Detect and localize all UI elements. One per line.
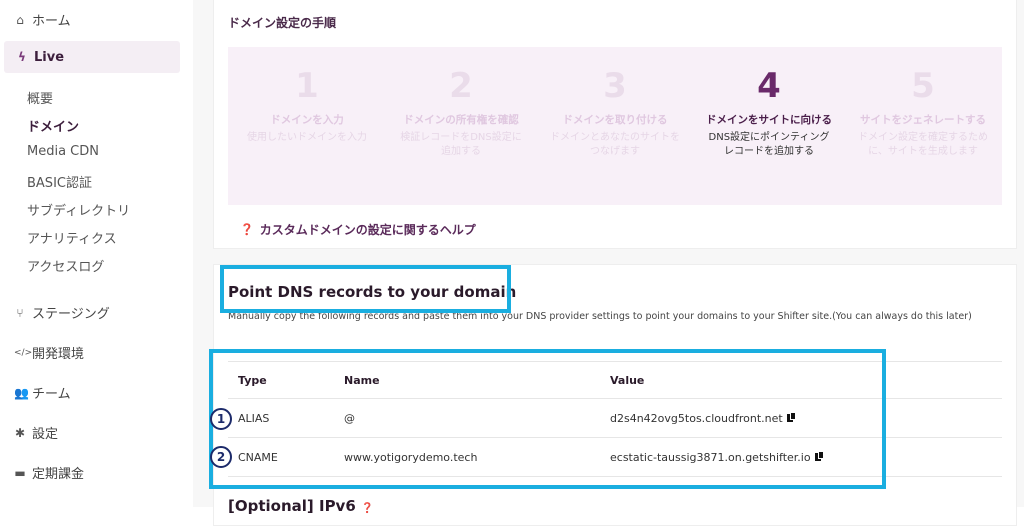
- gear-icon: ✱: [14, 425, 26, 440]
- table-header-row: Type Name Value: [228, 361, 1002, 399]
- record-value: d2s4n42ovg5tos.cloudfront.net: [610, 412, 783, 425]
- sidebar-item-label: チーム: [32, 387, 71, 402]
- steps-panel: 1 ドメインを入力 使用したいドメインを入力 2 ドメインの所有権を確認 検証レ…: [228, 47, 1002, 205]
- step-description: DNS設定にポインティングレコードを追加する: [708, 132, 830, 157]
- marker-1: 1: [210, 408, 232, 430]
- sidebar-subitem-access-log[interactable]: アクセスログ: [27, 256, 104, 275]
- sidebar-item-label: 定期課金: [32, 467, 85, 482]
- step-name: ドメインを取り付ける: [562, 114, 668, 126]
- dns-section-title: Point DNS records to your domain: [228, 283, 517, 301]
- step-number: 3: [603, 66, 627, 106]
- step-description: ドメインとあなたのサイトをつなげます: [550, 132, 680, 157]
- sidebar: ⌂ ホーム ϟ Live 概要 ドメイン Media CDN BASIC認証 サ…: [0, 0, 193, 507]
- sidebar-item-live[interactable]: ϟ Live: [4, 41, 180, 73]
- sidebar-item-home[interactable]: ⌂ ホーム: [14, 10, 71, 30]
- domain-steps-card: ドメイン設定の手順 1 ドメインを入力 使用したいドメインを入力 2 ドメインの…: [213, 0, 1017, 249]
- sidebar-subitem-basic-auth[interactable]: BASIC認証: [27, 172, 92, 191]
- table-row: CNAME www.yotigorydemo.tech ecstatic-tau…: [228, 438, 1002, 476]
- sidebar-subitem-domain[interactable]: ドメイン: [27, 116, 79, 135]
- home-icon: ⌂: [16, 12, 24, 27]
- sidebar-item-staging[interactable]: ⑂ ステージング: [14, 303, 110, 323]
- copy-icon[interactable]: [814, 451, 824, 462]
- sidebar-item-label: 開発環境: [32, 347, 85, 362]
- dns-description: Manually copy the following records and …: [228, 311, 972, 322]
- sidebar-item-label: Live: [34, 49, 65, 65]
- step-number: 2: [449, 66, 473, 106]
- record-value: ecstatic-taussig3871.on.getshifter.io: [610, 451, 811, 464]
- sidebar-subitem-media-cdn[interactable]: Media CDN: [27, 144, 99, 159]
- sidebar-item-billing[interactable]: ▬ 定期課金: [14, 463, 85, 483]
- column-header-type: Type: [238, 374, 267, 387]
- step-1: 1 ドメインを入力 使用したいドメインを入力: [242, 47, 372, 145]
- sidebar-item-dev[interactable]: </> 開発環境: [14, 343, 84, 362]
- main-content: ドメイン設定の手順 1 ドメインを入力 使用したいドメインを入力 2 ドメインの…: [193, 0, 1024, 526]
- help-icon[interactable]: ❓: [361, 503, 373, 514]
- bolt-icon: ϟ: [18, 50, 26, 64]
- step-number: 1: [295, 66, 319, 106]
- step-name: サイトをジェネレートする: [860, 114, 986, 126]
- sidebar-item-label: ステージング: [32, 307, 110, 322]
- record-name: @: [344, 412, 355, 425]
- step-name: ドメインの所有権を確認: [403, 114, 519, 126]
- step-number: 5: [911, 66, 935, 106]
- column-header-value: Value: [610, 374, 645, 387]
- help-icon: ❓: [240, 223, 254, 236]
- column-header-name: Name: [344, 374, 380, 387]
- dns-records-card: Point DNS records to your domain Manuall…: [213, 264, 1017, 526]
- record-type: ALIAS: [238, 412, 270, 425]
- record-name: www.yotigorydemo.tech: [344, 451, 478, 464]
- sidebar-subitem-overview[interactable]: 概要: [27, 88, 53, 107]
- sidebar-subitem-subdirectory[interactable]: サブディレクトリ: [27, 200, 130, 219]
- step-name: ドメインを入力: [270, 114, 344, 126]
- record-type: CNAME: [238, 451, 278, 464]
- steps-title: ドメイン設定の手順: [228, 16, 337, 30]
- ipv6-section-title: [Optional] IPv6 ❓: [228, 497, 373, 515]
- step-5: 5 サイトをジェネレートする ドメイン設定を確定するために、サイトを生成します: [858, 47, 988, 159]
- step-number: 4: [757, 66, 781, 106]
- sidebar-item-label: ホーム: [32, 14, 71, 29]
- step-3: 3 ドメインを取り付ける ドメインとあなたのサイトをつなげます: [550, 47, 680, 159]
- team-icon: 👥: [14, 385, 29, 400]
- record-value-cell: d2s4n42ovg5tos.cloudfront.net: [610, 412, 796, 425]
- marker-2: 2: [210, 446, 232, 468]
- step-4: 4 ドメインをサイトに向ける DNS設定にポインティングレコードを追加する: [704, 47, 834, 159]
- sidebar-item-label: 設定: [32, 427, 59, 442]
- step-name: ドメインをサイトに向ける: [706, 114, 832, 126]
- table-row: ALIAS @ d2s4n42ovg5tos.cloudfront.net: [228, 399, 1002, 437]
- copy-icon[interactable]: [786, 412, 796, 423]
- ipv6-title: [Optional] IPv6: [228, 497, 356, 515]
- step-description: 使用したいドメインを入力: [247, 132, 367, 143]
- table-divider: [228, 476, 1002, 477]
- step-2: 2 ドメインの所有権を確認 検証レコードをDNS設定に追加する: [396, 47, 526, 159]
- help-link-label: カスタムドメインの設定に関するヘルプ: [259, 223, 476, 237]
- card-icon: ▬: [14, 465, 26, 480]
- branch-icon: ⑂: [16, 305, 24, 320]
- step-description: ドメイン設定を確定するために、サイトを生成します: [858, 132, 988, 157]
- record-value-cell: ecstatic-taussig3871.on.getshifter.io: [610, 451, 824, 464]
- sidebar-subitem-analytics[interactable]: アナリティクス: [27, 228, 117, 247]
- sidebar-item-team[interactable]: 👥 チーム: [14, 383, 71, 403]
- sidebar-item-settings[interactable]: ✱ 設定: [14, 423, 59, 443]
- custom-domain-help-link[interactable]: ❓ カスタムドメインの設定に関するヘルプ: [240, 221, 476, 238]
- step-description: 検証レコードをDNS設定に追加する: [400, 132, 522, 157]
- code-icon: </>: [14, 347, 33, 358]
